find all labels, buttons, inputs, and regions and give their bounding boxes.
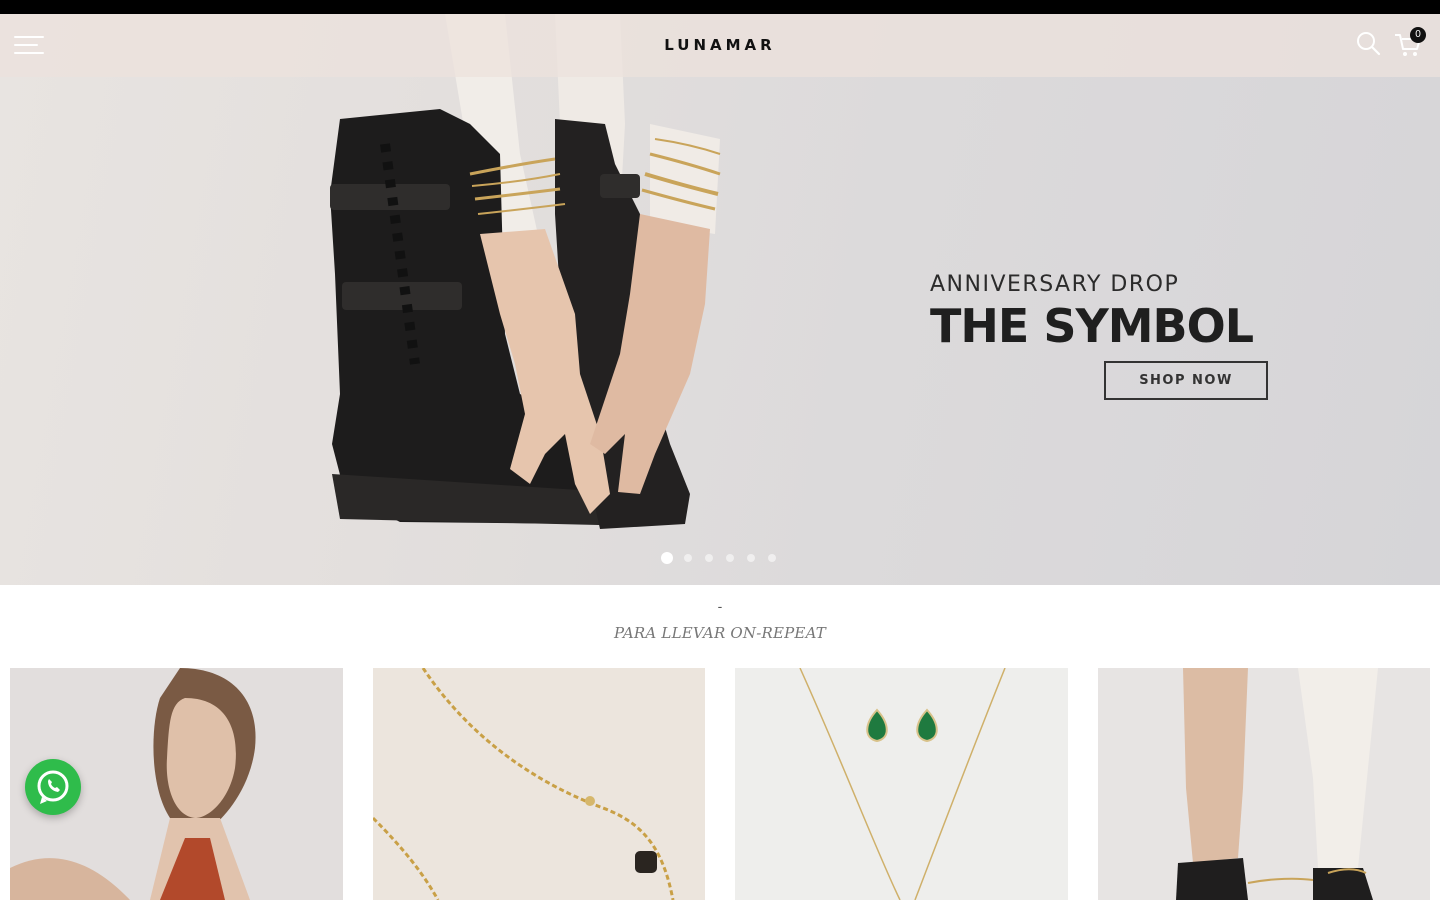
shop-now-button[interactable]: SHOP NOW xyxy=(1104,361,1268,400)
search-icon[interactable] xyxy=(1355,31,1381,57)
section-divider: - xyxy=(717,598,723,614)
hero-text-block: ANNIVERSARY DROP THE SYMBOL xyxy=(930,272,1254,353)
brand-logo[interactable]: LUNAMAR xyxy=(0,36,1440,54)
site-header: LUNAMAR xyxy=(0,14,1440,77)
product-card[interactable] xyxy=(373,668,705,900)
hero-title: THE SYMBOL xyxy=(930,299,1254,353)
product-grid xyxy=(10,668,1430,900)
section-title: PARA LLEVAR ON-REPEAT xyxy=(613,624,827,642)
hero-banner[interactable]: ANNIVERSARY DROP THE SYMBOL SHOP NOW xyxy=(0,14,1440,585)
slide-dot-4[interactable] xyxy=(726,554,734,562)
slide-dot-6[interactable] xyxy=(768,554,776,562)
slide-dot-1[interactable] xyxy=(661,552,673,564)
cart-count-badge: 0 xyxy=(1410,27,1426,43)
product-card[interactable] xyxy=(1098,668,1430,900)
product-card[interactable] xyxy=(735,668,1068,900)
whatsapp-chat-button[interactable] xyxy=(25,759,81,815)
slider-pagination xyxy=(661,552,778,564)
hero-kicker: ANNIVERSARY DROP xyxy=(930,272,1180,297)
slide-dot-5[interactable] xyxy=(747,554,755,562)
product-image xyxy=(735,668,1068,900)
whatsapp-icon xyxy=(37,770,69,804)
top-black-bar xyxy=(0,0,1440,14)
product-image xyxy=(1098,668,1430,900)
slide-dot-3[interactable] xyxy=(705,554,713,562)
slide-dot-2[interactable] xyxy=(684,554,692,562)
product-image xyxy=(373,668,705,900)
